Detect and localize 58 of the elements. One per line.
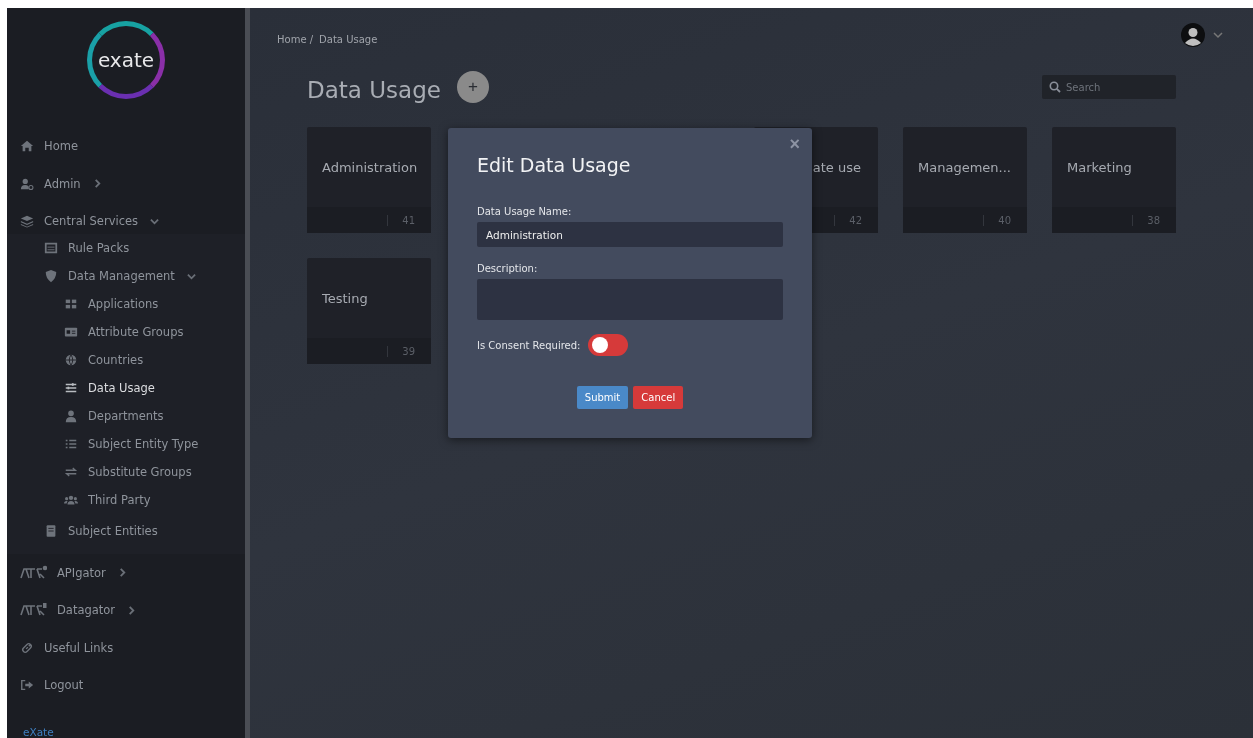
close-button[interactable]: × — [787, 134, 802, 155]
card-count: 42 — [834, 214, 872, 226]
globe-icon — [64, 352, 78, 368]
sidebar-item[interactable]: Subject Entity Type — [7, 430, 245, 458]
sidebar-item[interactable]: Third Party — [7, 486, 245, 514]
sidebar-item[interactable]: Useful Links — [7, 629, 245, 667]
sidebar-item[interactable]: Datagator — [7, 591, 245, 629]
sidebar-item[interactable]: Departments — [7, 402, 245, 430]
card-title: Managemen... — [917, 159, 1012, 177]
sidebar-item[interactable]: Admin — [7, 165, 245, 203]
page-title: Data Usage — [307, 77, 441, 103]
person-icon — [64, 408, 78, 424]
card-title: Testing — [321, 290, 369, 308]
name-input-field[interactable]: Administration — [477, 222, 783, 247]
chevron-down-icon[interactable] — [1213, 31, 1223, 39]
card-title: ate use — [812, 159, 862, 177]
sidebar-item[interactable]: Home — [7, 127, 245, 165]
usage-card[interactable]: Administration 41 — [307, 127, 431, 233]
sidebar-item[interactable]: Substitute Groups — [7, 458, 245, 486]
sidebar-item[interactable]: Applications — [7, 290, 245, 318]
sidebar-item[interactable]: Subject Entities — [7, 514, 245, 548]
sidebar-item[interactable]: APIgator — [7, 554, 245, 592]
sidebar-item[interactable]: Logout — [7, 666, 245, 704]
usage-card[interactable]: Testing 39 — [307, 258, 431, 364]
avatar-icon[interactable] — [1181, 23, 1205, 47]
logo-text: exate — [97, 47, 155, 72]
breadcrumb-link[interactable]: Home / — [277, 33, 314, 45]
description-field[interactable] — [477, 279, 783, 320]
usage-card[interactable]: Marketing 38 — [1052, 127, 1176, 233]
scrollbar[interactable] — [245, 8, 250, 738]
search-icon — [1049, 81, 1061, 93]
book-icon — [44, 523, 58, 539]
card-count: 39 — [387, 345, 425, 357]
sidebar-item[interactable]: Data Usage — [7, 374, 245, 402]
breadcrumb-current: Data Usage — [319, 33, 378, 45]
cancel-button[interactable]: Cancel — [633, 386, 684, 409]
footer-link[interactable]: eXate — [7, 704, 245, 738]
card-count: 38 — [1132, 214, 1170, 226]
dialog-title: Edit Data Usage — [477, 154, 632, 176]
card-count: 41 — [387, 214, 425, 226]
consent-toggle[interactable] — [588, 334, 629, 356]
sidebar-item[interactable]: Data Management — [7, 262, 245, 290]
card-count: 40 — [983, 214, 1021, 226]
sidebar-item[interactable]: Countries — [7, 346, 245, 374]
shield-icon — [44, 268, 58, 284]
submit-button[interactable]: Submit — [576, 386, 629, 409]
gator-logo-icon — [20, 564, 47, 581]
layers-icon — [20, 213, 34, 230]
card-title: Marketing — [1066, 159, 1133, 177]
usage-card[interactable]: Managemen... 40 — [903, 127, 1027, 233]
search-field[interactable]: Search — [1042, 75, 1176, 99]
table-icon — [44, 240, 58, 256]
field-label: Is Consent Required: — [477, 339, 581, 351]
sidebar-item[interactable]: Attribute Groups — [7, 318, 245, 346]
field-label: Data Usage Name: — [477, 206, 573, 217]
add-button[interactable]: + — [456, 71, 489, 103]
card-title: Administration — [321, 159, 419, 177]
field-label: Description: — [477, 263, 539, 274]
